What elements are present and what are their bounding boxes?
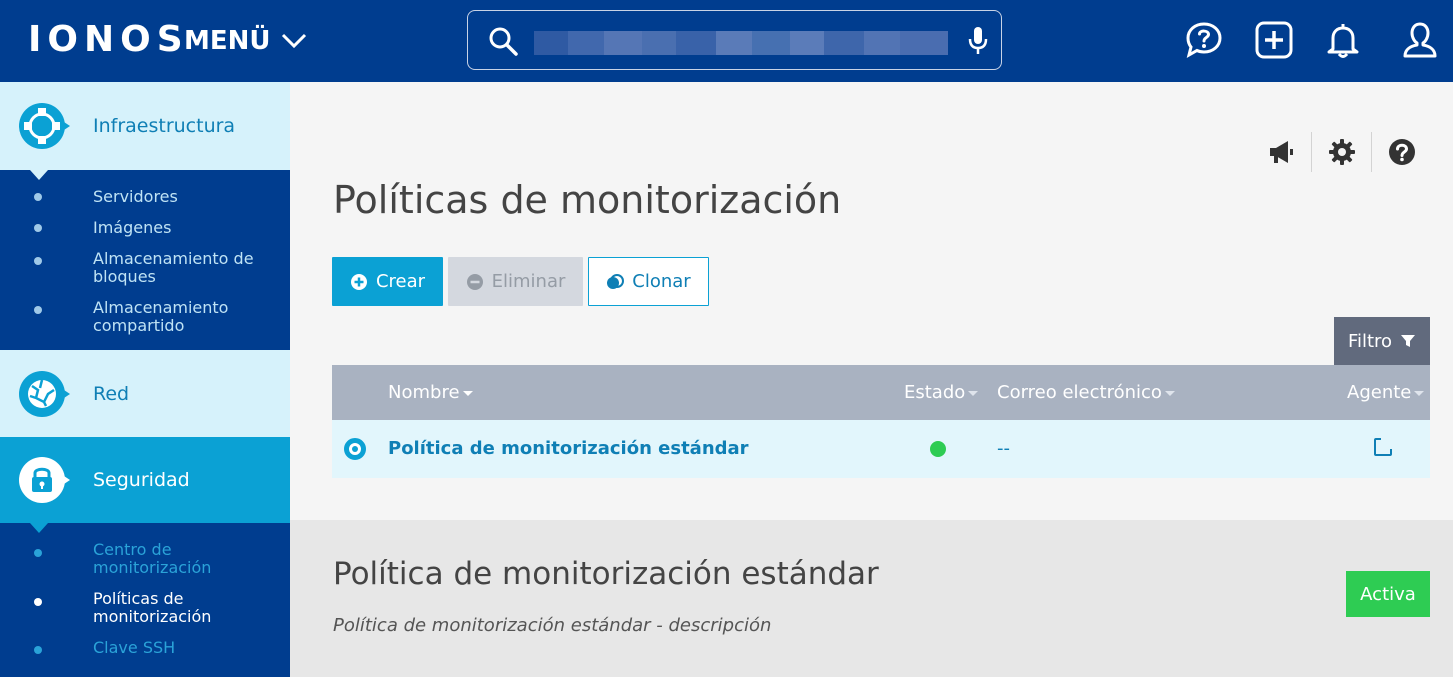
search-input[interactable] bbox=[534, 25, 954, 57]
policy-detail-panel: Política de monitorización estándar Polí… bbox=[290, 520, 1453, 677]
utility-toolbar bbox=[1251, 132, 1431, 172]
sort-caret-icon bbox=[462, 391, 473, 396]
sidebar-section-label: Red bbox=[93, 382, 130, 405]
main-menu-button[interactable]: MENÜ bbox=[184, 24, 307, 58]
delete-button-label: Eliminar bbox=[491, 271, 566, 292]
detail-description: Política de monitorización estándar - de… bbox=[333, 615, 772, 636]
sidebar-item-servidores[interactable]: Servidores bbox=[0, 186, 290, 208]
column-header-nombre[interactable]: Nombre bbox=[388, 365, 473, 420]
announcements-button[interactable] bbox=[1251, 132, 1311, 172]
policy-name-link[interactable]: Política de monitorización estándar bbox=[388, 420, 749, 478]
column-header-estado[interactable]: Estado bbox=[904, 365, 979, 420]
sidebar-item-label: Imágenes bbox=[93, 218, 172, 237]
sidebar-section-label: Seguridad bbox=[93, 469, 190, 491]
sidebar-item-label: Políticas de monitorización bbox=[93, 589, 212, 626]
detail-title: Política de monitorización estándar bbox=[333, 556, 879, 592]
sidebar-item-label: Centro de monitorización bbox=[93, 540, 212, 577]
filter-button-label: Filtro bbox=[1347, 330, 1393, 352]
bell-icon[interactable] bbox=[1324, 21, 1362, 59]
sort-caret-icon bbox=[968, 391, 979, 396]
column-label: Nombre bbox=[388, 382, 460, 403]
bullet bbox=[34, 306, 42, 314]
create-button-label: Crear bbox=[375, 271, 426, 292]
bullet bbox=[34, 646, 42, 654]
sidebar-item-label: Almacenamiento de bloques bbox=[93, 249, 254, 286]
sidebar: Infraestructura Servidores Imágenes Alma… bbox=[0, 82, 290, 677]
policies-table: Nombre Estado Correo electrónico Agente … bbox=[332, 365, 1430, 478]
status-badge: Activa bbox=[1346, 571, 1430, 617]
table-row[interactable]: Política de monitorización estándar -- bbox=[332, 420, 1430, 478]
sidebar-section-seguridad[interactable]: Seguridad bbox=[0, 437, 290, 523]
sidebar-section-infraestructura[interactable]: Infraestructura bbox=[0, 82, 290, 170]
help-chat-icon[interactable] bbox=[1185, 21, 1223, 59]
sort-caret-icon bbox=[1414, 391, 1425, 396]
settings-button[interactable] bbox=[1311, 132, 1371, 172]
bullet bbox=[34, 193, 42, 201]
question-circle-icon bbox=[1388, 139, 1415, 165]
row-select-radio[interactable] bbox=[344, 438, 366, 460]
search-box[interactable] bbox=[467, 10, 1002, 70]
sidebar-item-clave-ssh[interactable]: Clave SSH bbox=[0, 638, 290, 660]
create-button[interactable]: Crear bbox=[332, 257, 443, 306]
funnel-icon bbox=[1401, 335, 1416, 347]
ionos-logo[interactable]: IONOS bbox=[28, 20, 189, 60]
email-cell: -- bbox=[997, 438, 1010, 459]
sidebar-item-label: Servidores bbox=[93, 187, 178, 206]
sidebar-section-red[interactable]: Red bbox=[0, 350, 290, 437]
section-notch bbox=[30, 170, 48, 180]
top-bar: IONOS MENÜ bbox=[0, 0, 1453, 82]
status-active-indicator bbox=[930, 441, 946, 457]
column-label: Agente bbox=[1347, 382, 1412, 403]
table-header: Nombre Estado Correo electrónico Agente bbox=[332, 365, 1430, 420]
chevron-down-icon bbox=[281, 33, 306, 49]
sidebar-item-almacenamiento-bloques[interactable]: Almacenamiento de bloques bbox=[0, 248, 290, 288]
sidebar-item-centro-monitorizacion[interactable]: Centro de monitorización bbox=[0, 540, 290, 580]
minus-circle-icon bbox=[466, 273, 483, 290]
search-icon bbox=[489, 27, 518, 56]
plus-circle-icon bbox=[350, 273, 367, 290]
sidebar-item-label: Clave SSH bbox=[93, 638, 176, 657]
microphone-icon[interactable] bbox=[968, 26, 988, 56]
clone-button[interactable]: Clonar bbox=[588, 257, 709, 306]
sidebar-item-label: Almacenamiento compartido bbox=[93, 298, 229, 335]
clone-icon bbox=[607, 273, 625, 289]
add-icon[interactable] bbox=[1255, 21, 1293, 59]
column-label: Estado bbox=[904, 382, 966, 403]
gear-icon bbox=[1328, 139, 1355, 165]
sidebar-item-politicas-monitorizacion[interactable]: Políticas de monitorización bbox=[0, 589, 290, 629]
help-button[interactable] bbox=[1371, 132, 1431, 172]
sidebar-item-imagenes[interactable]: Imágenes bbox=[0, 217, 290, 239]
sidebar-item-almacenamiento-compartido[interactable]: Almacenamiento compartido bbox=[0, 297, 290, 337]
menu-label: MENÜ bbox=[184, 26, 271, 56]
bullet bbox=[34, 224, 42, 232]
user-account-icon[interactable] bbox=[1401, 21, 1439, 59]
column-label: Correo electrónico bbox=[997, 382, 1162, 403]
main-content: Políticas de monitorización Crear Elimin… bbox=[290, 82, 1453, 520]
megaphone-icon bbox=[1270, 141, 1293, 163]
sort-caret-icon bbox=[1164, 391, 1175, 396]
column-header-correo[interactable]: Correo electrónico bbox=[997, 365, 1175, 420]
filter-button[interactable]: Filtro bbox=[1334, 317, 1430, 365]
clone-button-label: Clonar bbox=[632, 271, 691, 292]
sidebar-section-label: Infraestructura bbox=[93, 115, 236, 137]
lock-icon bbox=[19, 457, 70, 503]
section-notch bbox=[30, 523, 48, 533]
external-link-icon[interactable] bbox=[1373, 437, 1393, 457]
column-header-agente[interactable]: Agente bbox=[1347, 365, 1425, 420]
delete-button[interactable]: Eliminar bbox=[448, 257, 583, 306]
infrastructure-icon bbox=[19, 103, 70, 149]
network-globe-icon bbox=[19, 371, 70, 417]
bullet bbox=[34, 598, 42, 606]
bullet bbox=[34, 257, 42, 265]
bullet bbox=[34, 549, 42, 557]
page-title: Políticas de monitorización bbox=[333, 178, 842, 222]
